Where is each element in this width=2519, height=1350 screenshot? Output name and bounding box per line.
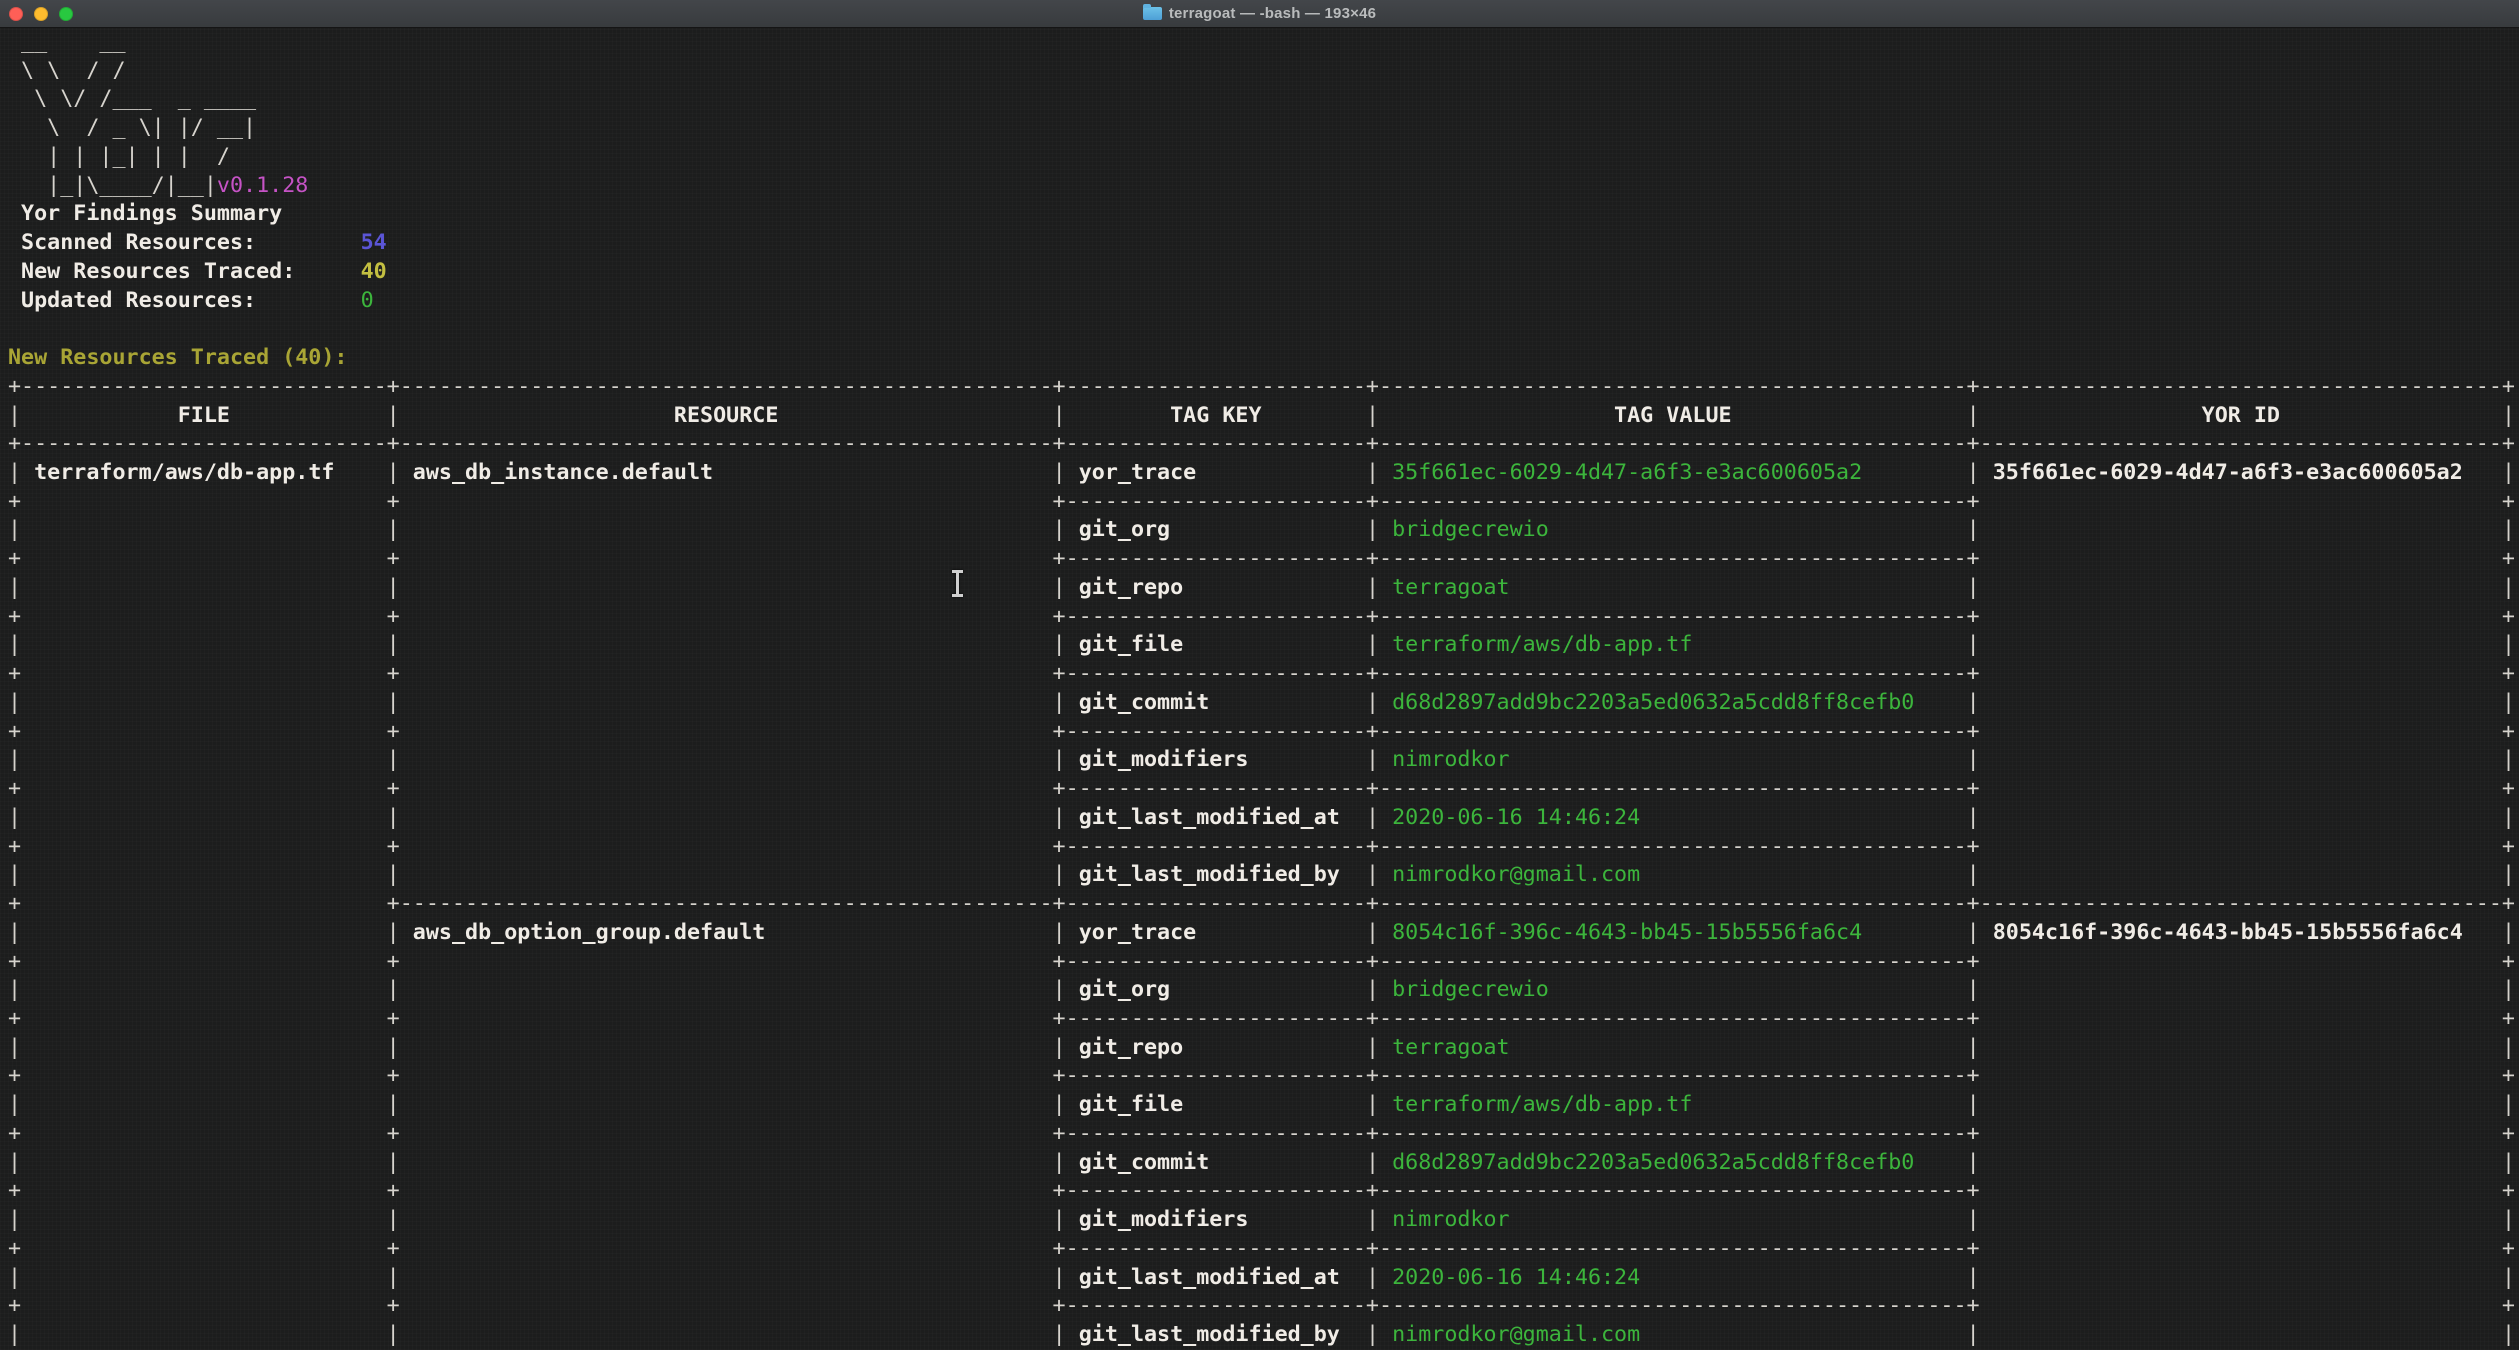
terminal-line: New Resources Traced (40): — [8, 344, 2519, 373]
terminal-line: Updated Resources: 0 — [8, 287, 2519, 316]
terminal-line: + +-------------------------------------… — [8, 890, 2519, 919]
terminal-line: | | | git_modifiers | nimrodkor | | — [8, 1206, 2519, 1235]
terminal-line: + + +-----------------------+-----------… — [8, 1235, 2519, 1264]
terminal-window: terragoat — -bash — 193×46 __ __ \ \ / /… — [0, 0, 2519, 1350]
terminal-line: Yor Findings Summary — [8, 200, 2519, 229]
terminal-line: | terraform/aws/db-app.tf | aws_db_insta… — [8, 459, 2519, 488]
terminal-line: + + +-----------------------+-----------… — [8, 775, 2519, 804]
terminal-line: | | | git_last_modified_by | nimrodkor@g… — [8, 861, 2519, 890]
terminal-line: + + +-----------------------+-----------… — [8, 603, 2519, 632]
terminal-line: + + +-----------------------+-----------… — [8, 948, 2519, 977]
terminal-line: + + +-----------------------+-----------… — [8, 833, 2519, 862]
terminal-line: Scanned Resources: 54 — [8, 229, 2519, 258]
terminal-line: | | | git_commit | d68d2897add9bc2203a5e… — [8, 689, 2519, 718]
folder-icon — [1143, 7, 1162, 20]
terminal-line: | | | git_modifiers | nimrodkor | | — [8, 746, 2519, 775]
terminal-line: | | aws_db_option_group.default | yor_tr… — [8, 919, 2519, 948]
terminal-line: + + +-----------------------+-----------… — [8, 545, 2519, 574]
title-bar[interactable]: terragoat — -bash — 193×46 — [0, 0, 2519, 28]
terminal-line: | | | git_repo | terragoat | | — [8, 1034, 2519, 1063]
terminal-line: \ \/ /___ _ ____ — [8, 85, 2519, 114]
terminal-line: | | | git_last_modified_at | 2020-06-16 … — [8, 804, 2519, 833]
terminal-line: | | | git_last_modified_at | 2020-06-16 … — [8, 1264, 2519, 1293]
window-title-text: terragoat — -bash — 193×46 — [1169, 5, 1376, 22]
terminal-line: +----------------------------+----------… — [8, 373, 2519, 402]
terminal-line: | | | git_file | terraform/aws/db-app.tf… — [8, 631, 2519, 660]
terminal-line: | | | git_repo | terragoat | | — [8, 574, 2519, 603]
terminal-line: |_|\____/|__|v0.1.28 — [8, 172, 2519, 201]
terminal-line: \ \ / / — [8, 57, 2519, 86]
terminal-line: + + +-----------------------+-----------… — [8, 488, 2519, 517]
terminal-line: + + +-----------------------+-----------… — [8, 1292, 2519, 1321]
terminal-line: | | | git_org | bridgecrewio | | — [8, 976, 2519, 1005]
traffic-lights — [9, 0, 73, 28]
terminal-output: __ __ \ \ / / \ \/ /___ _ ____ \ / _ \| … — [0, 28, 2519, 1350]
terminal-line: +----------------------------+----------… — [8, 430, 2519, 459]
terminal-line: + + +-----------------------+-----------… — [8, 1120, 2519, 1149]
terminal-line: + + +-----------------------+-----------… — [8, 1177, 2519, 1206]
close-button[interactable] — [9, 7, 23, 21]
terminal-line: | FILE | RESOURCE | TAG KEY | TAG VALUE … — [8, 402, 2519, 431]
terminal-line: __ __ — [8, 28, 2519, 57]
terminal-line: New Resources Traced: 40 — [8, 258, 2519, 287]
terminal-line — [8, 315, 2519, 344]
text-cursor-pointer — [950, 570, 965, 597]
terminal-line: + + +-----------------------+-----------… — [8, 1062, 2519, 1091]
terminal-line: | | |_| | | / — [8, 143, 2519, 172]
window-title: terragoat — -bash — 193×46 — [0, 5, 2519, 22]
zoom-button[interactable] — [59, 7, 73, 21]
terminal-line: | | | git_file | terraform/aws/db-app.tf… — [8, 1091, 2519, 1120]
terminal-line: + + +-----------------------+-----------… — [8, 718, 2519, 747]
terminal-line: | | | git_commit | d68d2897add9bc2203a5e… — [8, 1149, 2519, 1178]
terminal-line: | | | git_last_modified_by | nimrodkor@g… — [8, 1321, 2519, 1350]
minimize-button[interactable] — [34, 7, 48, 21]
terminal-line: | | | git_org | bridgecrewio | | — [8, 516, 2519, 545]
terminal-screen[interactable]: __ __ \ \ / / \ \/ /___ _ ____ \ / _ \| … — [0, 28, 2519, 1350]
terminal-line: + + +-----------------------+-----------… — [8, 660, 2519, 689]
terminal-line: + + +-----------------------+-----------… — [8, 1005, 2519, 1034]
terminal-line: \ / _ \| |/ __| — [8, 114, 2519, 143]
